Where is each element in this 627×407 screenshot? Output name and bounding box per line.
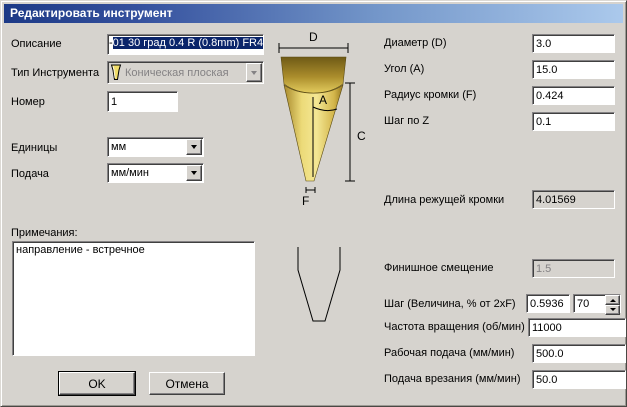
ok-button-label: OK (88, 376, 106, 391)
stepover-percent-spinner (605, 295, 620, 315)
number-input[interactable] (107, 91, 178, 112)
work-feed-input[interactable] (532, 344, 626, 363)
arrow-down-icon (609, 308, 616, 314)
feed-units-dropdown-button[interactable] (186, 165, 202, 181)
edge-radius-label: Радиус кромки (F) (384, 89, 477, 101)
units-label: Единицы (11, 142, 58, 154)
cancel-button-label: Отмена (165, 376, 209, 391)
tool-tip-profile (297, 247, 341, 322)
chevron-down-icon (191, 145, 197, 152)
stepover-value-input[interactable] (526, 294, 570, 313)
diagram-label-c: C (357, 129, 366, 143)
conical-flat-tool-icon (110, 64, 122, 81)
notes-textarea[interactable] (12, 241, 255, 356)
spindle-speed-input[interactable] (528, 318, 626, 337)
cancel-button[interactable]: Отмена (149, 372, 225, 395)
spin-up-button[interactable] (605, 295, 620, 305)
plunge-feed-label: Подача врезания (мм/мин) (384, 373, 521, 385)
finish-offset-label: Финишное смещение (384, 262, 494, 274)
cutting-edge-length-label: Длина режущей кромки (384, 194, 505, 206)
tool-shank (280, 56, 347, 94)
feed-units-combobox[interactable]: мм/мин (107, 163, 204, 183)
feed-units-label: Подача (11, 168, 49, 180)
spindle-speed-label: Частота вращения (об/мин) (384, 321, 525, 333)
units-dropdown-button[interactable] (186, 139, 202, 155)
description-selected-text: 01 30 град 0.4 R (0.8mm) FR4 (112, 37, 264, 49)
z-step-input[interactable] (532, 112, 615, 131)
angle-input[interactable] (532, 60, 615, 79)
feed-units-value: мм/мин (111, 167, 149, 179)
diagram-label-a: A (319, 93, 327, 107)
z-step-label: Шаг по Z (384, 115, 430, 127)
stepover-percent-field (573, 294, 621, 315)
edge-radius-input[interactable] (532, 86, 615, 105)
angle-label: Угол (A) (384, 63, 425, 75)
finish-offset-field (532, 259, 615, 278)
arrow-up-icon (609, 296, 616, 302)
units-value: мм (111, 141, 127, 153)
chevron-down-icon (191, 171, 197, 178)
tool-type-combobox[interactable]: Коническая плоская (107, 61, 264, 84)
tool-type-value: Коническая плоская (125, 66, 229, 79)
work-feed-label: Рабочая подача (мм/мин) (384, 347, 515, 359)
titlebar[interactable]: Редактировать инструмент (4, 4, 623, 23)
diagram-label-f: F (302, 194, 309, 208)
number-label: Номер (11, 96, 45, 108)
description-input[interactable]: -01 30 град 0.4 R (0.8mm) FR4 (107, 34, 264, 55)
notes-label: Примечания: (11, 227, 78, 239)
stepover-label: Шаг (Величина, % от 2xF) (384, 298, 516, 310)
spin-down-button[interactable] (605, 305, 620, 315)
edit-tool-dialog: Редактировать инструмент Описание -01 30… (0, 0, 627, 407)
cutting-edge-length-field (532, 190, 615, 209)
tool-diagram: D A C F (278, 30, 366, 208)
plunge-feed-input[interactable] (532, 370, 626, 389)
units-combobox[interactable]: мм (107, 137, 204, 157)
diameter-input[interactable] (532, 34, 615, 53)
diagram-label-d: D (309, 30, 318, 44)
ok-button[interactable]: OK (58, 371, 136, 396)
diameter-label: Диаметр (D) (384, 37, 447, 49)
tool-type-label: Тип Инструмента (11, 67, 100, 79)
window-title: Редактировать инструмент (10, 6, 173, 20)
description-label: Описание (11, 38, 62, 50)
